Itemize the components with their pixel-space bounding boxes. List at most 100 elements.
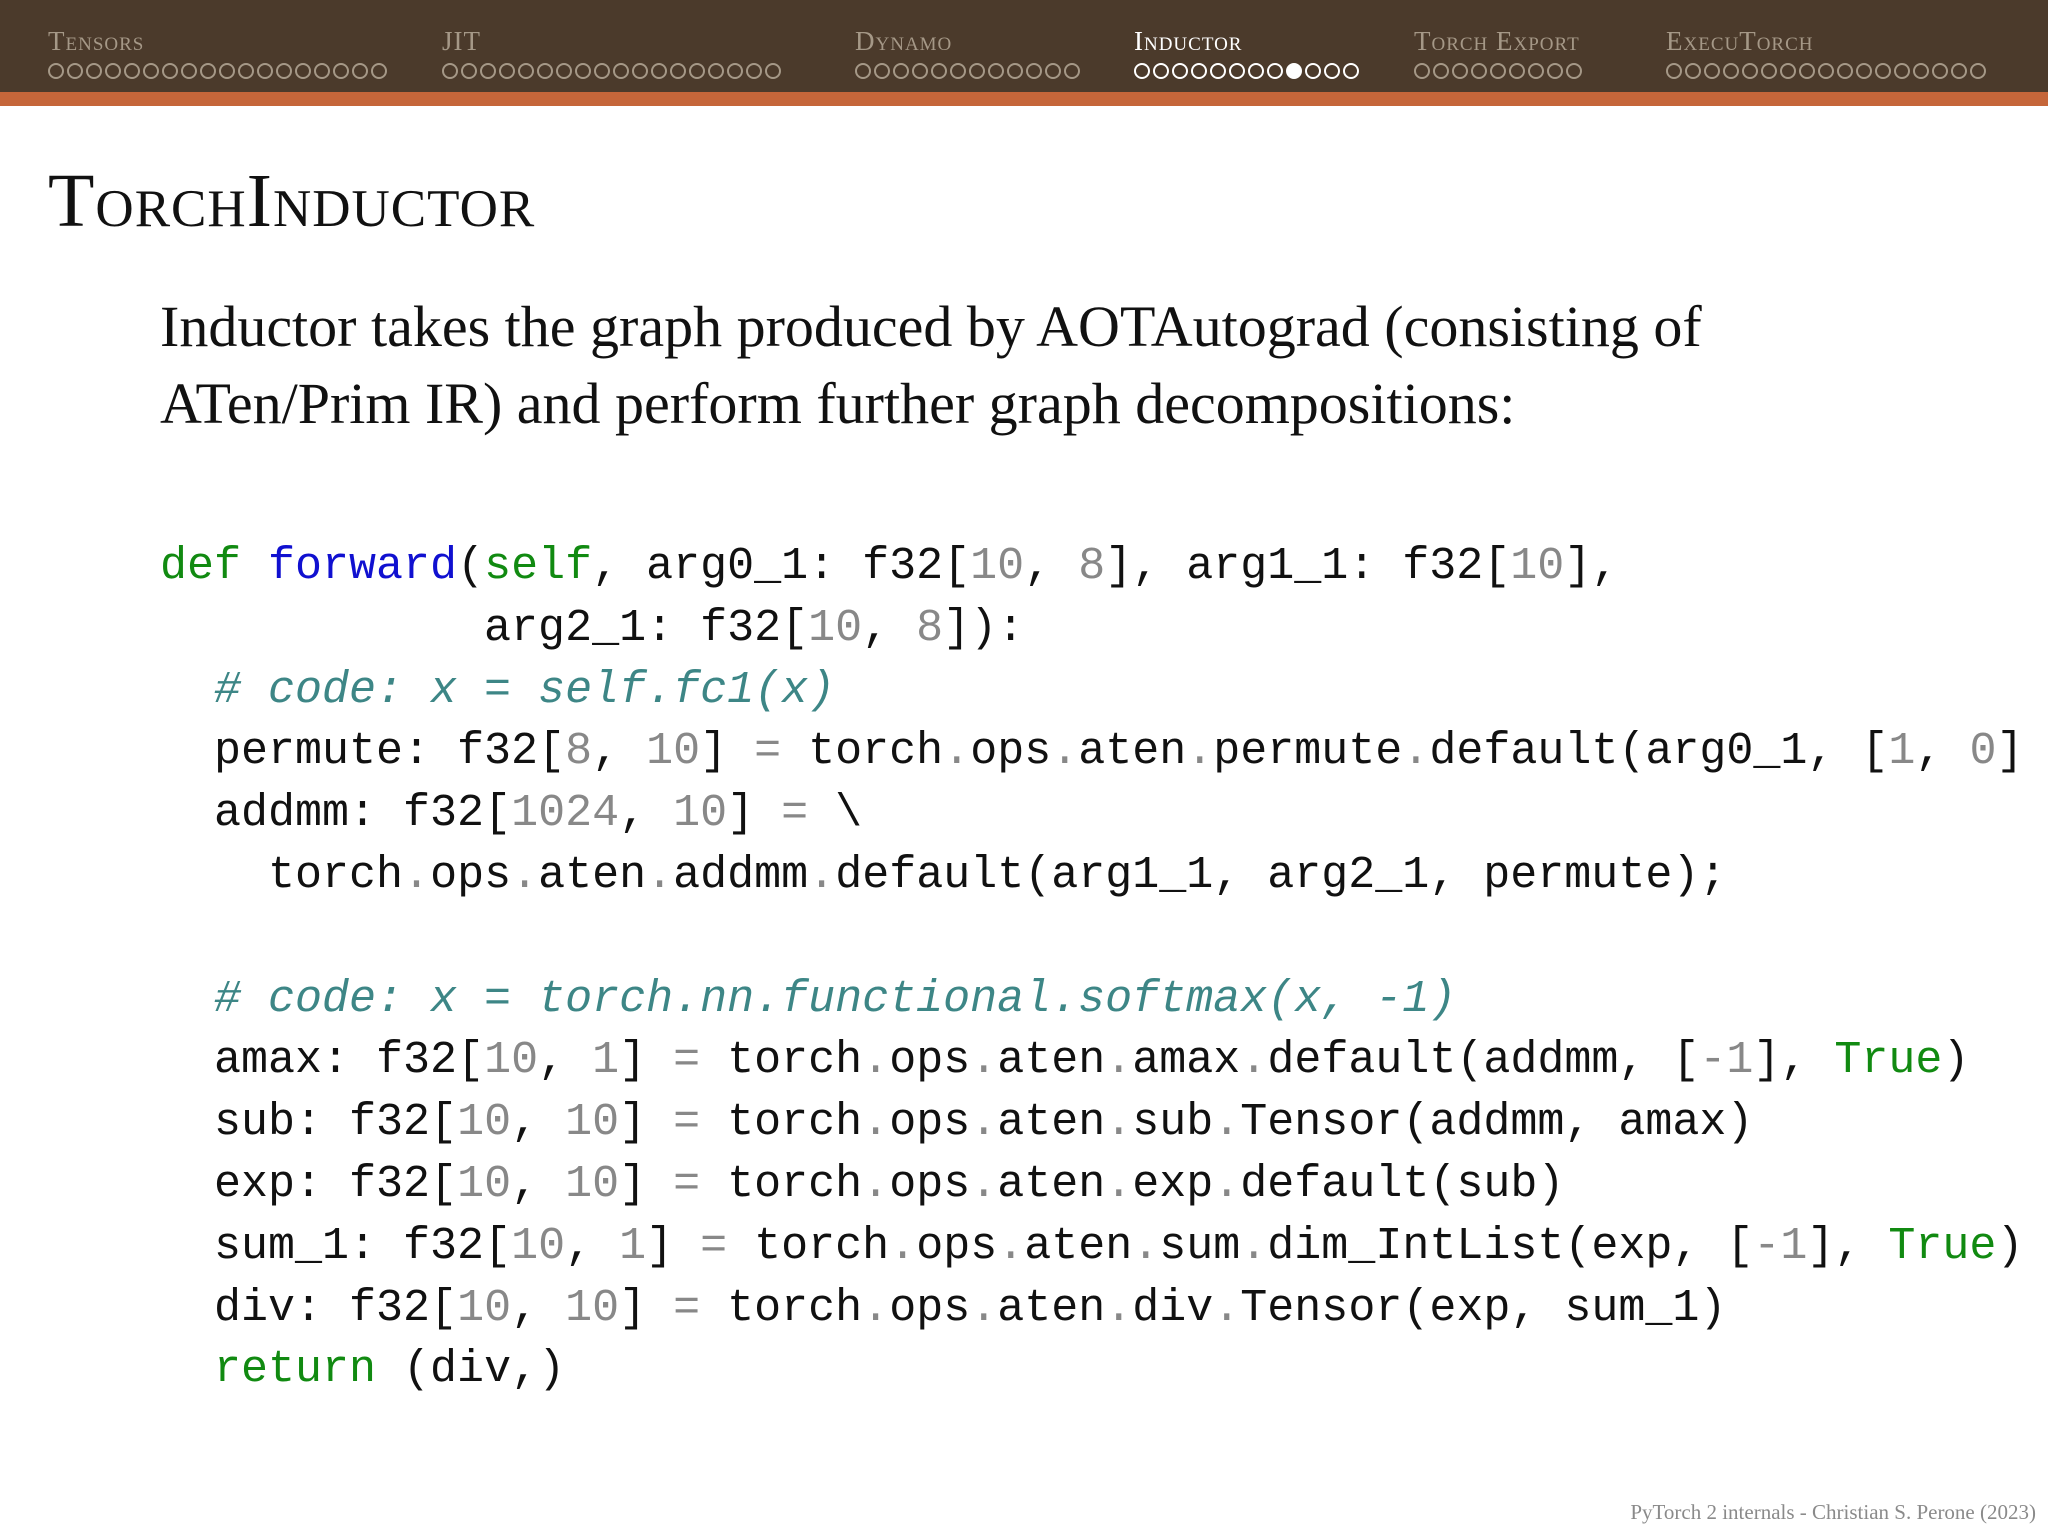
nav-dot[interactable]: [333, 63, 349, 79]
nav-dot[interactable]: [499, 63, 515, 79]
nav-dot[interactable]: [1509, 63, 1525, 79]
nav-dot[interactable]: [1723, 63, 1739, 79]
nav-section-label[interactable]: Torch Export: [1414, 26, 1580, 57]
nav-dot[interactable]: [1007, 63, 1023, 79]
nav-dot[interactable]: [314, 63, 330, 79]
nav-dot[interactable]: [124, 63, 140, 79]
nav-dot[interactable]: [594, 63, 610, 79]
nav-dot[interactable]: [1547, 63, 1563, 79]
nav-dot[interactable]: [1452, 63, 1468, 79]
nav-dot[interactable]: [257, 63, 273, 79]
nav-dot[interactable]: [442, 63, 458, 79]
nav-dot[interactable]: [1742, 63, 1758, 79]
nav-dot[interactable]: [1818, 63, 1834, 79]
nav-dot[interactable]: [1210, 63, 1226, 79]
nav-dot[interactable]: [238, 63, 254, 79]
nav-dot[interactable]: [670, 63, 686, 79]
nav-dot[interactable]: [352, 63, 368, 79]
nav-dot[interactable]: [1970, 63, 1986, 79]
nav-dot[interactable]: [1894, 63, 1910, 79]
nav-section-label[interactable]: Dynamo: [855, 26, 952, 57]
nav-dot[interactable]: [689, 63, 705, 79]
nav-dot[interactable]: [931, 63, 947, 79]
nav-dot[interactable]: [143, 63, 159, 79]
nav-dot[interactable]: [1799, 63, 1815, 79]
nav-dot[interactable]: [1490, 63, 1506, 79]
nav-dot[interactable]: [575, 63, 591, 79]
nav-dot[interactable]: [727, 63, 743, 79]
nav-dot[interactable]: [651, 63, 667, 79]
nav-dot[interactable]: [1153, 63, 1169, 79]
nav-section-torch-export[interactable]: Torch Export: [1414, 0, 1664, 92]
nav-dot[interactable]: [1229, 63, 1245, 79]
nav-dot[interactable]: [1248, 63, 1264, 79]
code-number: 8: [916, 602, 944, 654]
nav-dot[interactable]: [1932, 63, 1948, 79]
nav-dot[interactable]: [556, 63, 572, 79]
nav-dot[interactable]: [537, 63, 553, 79]
nav-section-tensors[interactable]: Tensors: [48, 0, 438, 92]
nav-section-label[interactable]: Tensors: [48, 26, 144, 57]
nav-dot[interactable]: [48, 63, 64, 79]
nav-dot[interactable]: [1666, 63, 1682, 79]
nav-dot[interactable]: [1685, 63, 1701, 79]
nav-dot[interactable]: [1343, 63, 1359, 79]
nav-dot[interactable]: [67, 63, 83, 79]
nav-dot[interactable]: [1305, 63, 1321, 79]
nav-dot[interactable]: [613, 63, 629, 79]
nav-dot[interactable]: [632, 63, 648, 79]
nav-dot[interactable]: [461, 63, 477, 79]
nav-dot[interactable]: [371, 63, 387, 79]
code-number: 10: [511, 1220, 566, 1272]
nav-dot-current[interactable]: [1286, 63, 1302, 79]
nav-dot[interactable]: [1913, 63, 1929, 79]
nav-dot[interactable]: [1064, 63, 1080, 79]
nav-dot[interactable]: [162, 63, 178, 79]
nav-dot[interactable]: [1837, 63, 1853, 79]
nav-dot[interactable]: [1433, 63, 1449, 79]
nav-dot[interactable]: [1856, 63, 1872, 79]
nav-dot[interactable]: [105, 63, 121, 79]
nav-dot[interactable]: [746, 63, 762, 79]
nav-section-jit[interactable]: JIT: [442, 0, 852, 92]
nav-dot[interactable]: [480, 63, 496, 79]
nav-dot[interactable]: [1134, 63, 1150, 79]
nav-dot[interactable]: [893, 63, 909, 79]
nav-dot[interactable]: [708, 63, 724, 79]
nav-dot[interactable]: [1172, 63, 1188, 79]
nav-dot[interactable]: [1780, 63, 1796, 79]
nav-dot[interactable]: [1267, 63, 1283, 79]
nav-section-label[interactable]: JIT: [442, 26, 481, 57]
nav-dot[interactable]: [1191, 63, 1207, 79]
nav-dot[interactable]: [1471, 63, 1487, 79]
nav-dot[interactable]: [518, 63, 534, 79]
nav-dot[interactable]: [1566, 63, 1582, 79]
nav-dot[interactable]: [1045, 63, 1061, 79]
nav-dot[interactable]: [181, 63, 197, 79]
nav-dot[interactable]: [1324, 63, 1340, 79]
nav-dot[interactable]: [874, 63, 890, 79]
nav-dot[interactable]: [200, 63, 216, 79]
nav-dot[interactable]: [1875, 63, 1891, 79]
nav-dot[interactable]: [1026, 63, 1042, 79]
nav-dot[interactable]: [1761, 63, 1777, 79]
nav-dot[interactable]: [1414, 63, 1430, 79]
nav-dot[interactable]: [912, 63, 928, 79]
nav-dot[interactable]: [1704, 63, 1720, 79]
nav-dot[interactable]: [855, 63, 871, 79]
nav-dot[interactable]: [969, 63, 985, 79]
nav-dot[interactable]: [765, 63, 781, 79]
nav-dot[interactable]: [86, 63, 102, 79]
nav-section-executorch[interactable]: ExecuTorch: [1666, 0, 2048, 92]
nav-section-inductor[interactable]: Inductor: [1134, 0, 1414, 92]
nav-dot[interactable]: [276, 63, 292, 79]
nav-dot[interactable]: [950, 63, 966, 79]
nav-section-label[interactable]: Inductor: [1134, 26, 1242, 57]
nav-section-label[interactable]: ExecuTorch: [1666, 26, 1814, 57]
nav-dot[interactable]: [1528, 63, 1544, 79]
nav-dot[interactable]: [295, 63, 311, 79]
nav-dot[interactable]: [988, 63, 1004, 79]
nav-dot[interactable]: [1951, 63, 1967, 79]
nav-dot[interactable]: [219, 63, 235, 79]
nav-section-dynamo[interactable]: Dynamo: [855, 0, 1135, 92]
